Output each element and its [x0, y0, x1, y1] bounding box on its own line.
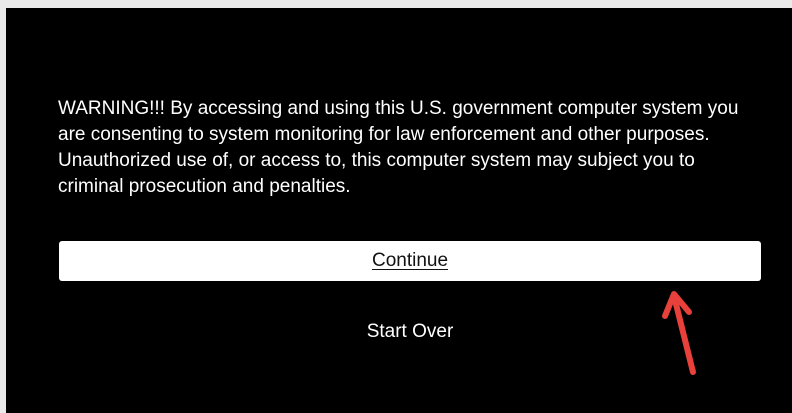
continue-button[interactable]: Continue: [59, 241, 761, 281]
warning-message: WARNING!!! By accessing and using this U…: [58, 98, 739, 197]
annotation-arrow-icon: [662, 291, 696, 375]
start-over-link[interactable]: Start Over: [59, 319, 761, 345]
